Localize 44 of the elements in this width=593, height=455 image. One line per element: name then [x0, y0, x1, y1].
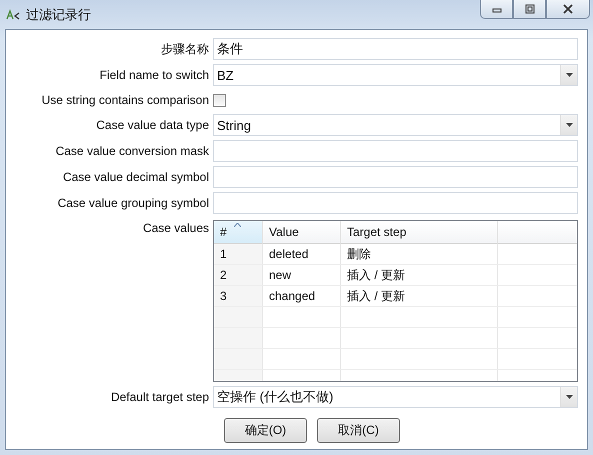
table-cell: 2: [214, 265, 263, 286]
field-label: Case value data type: [95, 118, 209, 132]
maximize-button[interactable]: [513, 0, 546, 19]
table-cell: 3: [214, 286, 263, 307]
table-cell: 插入 / 更新: [341, 265, 498, 286]
dropdown-field[interactable]: 空操作 (什么也不做): [213, 386, 578, 408]
empty-table-cell: [214, 349, 263, 370]
table-cell: 插入 / 更新: [341, 286, 498, 307]
dropdown-arrow-icon: [566, 395, 572, 399]
field-label: Case values: [142, 220, 209, 235]
dialog-button[interactable]: 取消(C): [317, 418, 400, 443]
column-header[interactable]: Value: [263, 221, 341, 244]
window-title: 过滤记录行: [26, 6, 91, 24]
text-field[interactable]: 条件: [213, 38, 578, 60]
table-cell: deleted: [263, 244, 341, 265]
text-field[interactable]: [213, 140, 578, 162]
text-field[interactable]: [213, 166, 578, 188]
table-cell: 删除: [341, 244, 498, 265]
table-cell: new: [263, 265, 341, 286]
table-cell: changed: [263, 286, 341, 307]
checkbox[interactable]: [213, 94, 226, 106]
app-icon: [6, 8, 20, 20]
empty-table-cell: [214, 328, 263, 349]
field-label: Use string contains comparison: [40, 93, 209, 107]
dropdown-field[interactable]: BZ: [213, 64, 578, 86]
close-icon: [562, 4, 574, 14]
dropdown-arrow-icon: [566, 73, 572, 77]
field-label: Case value decimal symbol: [62, 170, 209, 184]
dropdown-field[interactable]: String: [213, 114, 578, 136]
field-label: Field name to switch: [98, 68, 209, 82]
column-header[interactable]: #: [214, 221, 263, 244]
table-cell: 1: [214, 244, 263, 265]
minimize-button[interactable]: [480, 0, 513, 19]
field-label: Case value grouping symbol: [56, 196, 209, 210]
field-label: Default target step: [110, 390, 209, 404]
text-field[interactable]: [213, 192, 578, 214]
close-button[interactable]: [546, 0, 590, 19]
dialog-button[interactable]: 确定(O): [224, 418, 307, 443]
maximize-icon: [524, 4, 536, 14]
dropdown-arrow-icon: [566, 123, 572, 127]
field-label: Case value conversion mask: [54, 144, 209, 158]
empty-table-cell: [214, 307, 263, 328]
column-header[interactable]: Target step: [341, 221, 498, 244]
field-label: 步骤名称: [160, 40, 209, 58]
